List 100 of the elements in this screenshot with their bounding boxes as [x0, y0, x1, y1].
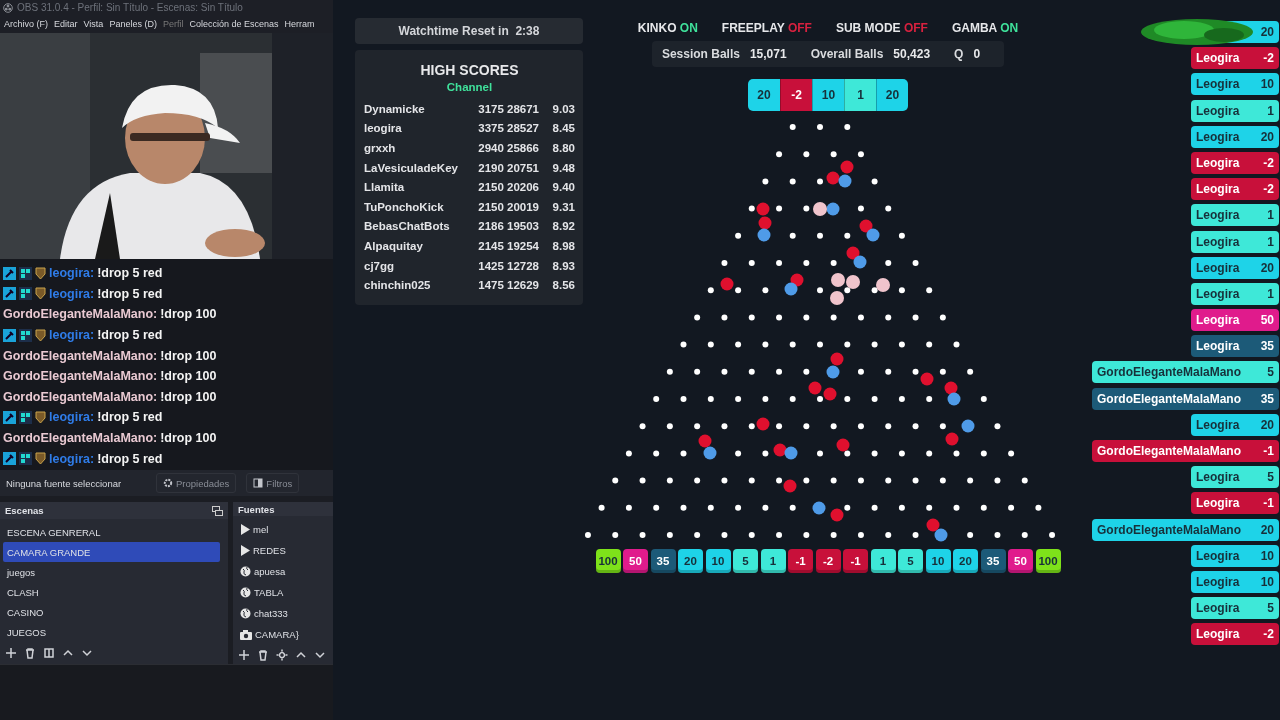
player-name: GordoEleganteMalaMano	[1097, 365, 1242, 380]
multiplier-bin: 50	[1008, 549, 1033, 573]
result-value: -1	[1263, 444, 1274, 458]
result-value: 1	[1267, 103, 1274, 118]
source-item[interactable]: chat333	[236, 603, 325, 625]
scene-item[interactable]: CAMARA GRANDE	[3, 542, 220, 562]
menu-item[interactable]: Archivo (F)	[4, 19, 48, 29]
gear-icon	[163, 478, 173, 488]
moderator-badge-icon	[3, 287, 16, 301]
gamer-badge-icon	[19, 287, 32, 301]
add-icon[interactable]	[238, 648, 250, 661]
down-icon[interactable]	[81, 647, 93, 659]
scene-item[interactable]: CLASH	[3, 582, 220, 602]
menu-item[interactable]: Perfil	[162, 19, 184, 29]
multiplier-bin: 10	[925, 549, 951, 573]
recent-result: -2	[780, 79, 812, 111]
score-cell-text: 1475 12629	[477, 279, 539, 292]
player-name: grxxh	[364, 142, 397, 154]
shield-badge-icon	[35, 287, 46, 301]
player-name: GordoEleganteMalaMano	[1097, 444, 1242, 458]
player-name: Leogira	[1196, 627, 1240, 642]
sources-title: Fuentes	[238, 503, 275, 515]
player-name: chinchin025	[364, 279, 432, 292]
recent-result: 1	[844, 79, 876, 111]
result-value: 5	[1267, 365, 1274, 380]
scenes-title: Escenas	[5, 505, 44, 516]
filters-button[interactable]: Filtros	[246, 473, 300, 493]
multiplier-bin: 20	[953, 549, 978, 573]
source-item[interactable]: REDES	[236, 540, 325, 562]
properties-button[interactable]: Propiedades	[156, 473, 237, 493]
moderator-badge-icon	[3, 266, 16, 280]
add-icon[interactable]	[5, 647, 17, 659]
player-name: Leogira	[1196, 208, 1240, 223]
stat-value: 15,071	[749, 47, 787, 61]
undock-icon[interactable]	[212, 505, 223, 516]
player-name: Alpaquitay	[364, 239, 424, 252]
chat-username: leogira:	[49, 451, 95, 466]
menu-item[interactable]: Paneles (D)	[109, 19, 157, 29]
score-cell-text: 9.40	[551, 181, 575, 194]
player-name: Dynamicke	[364, 102, 426, 115]
globe-icon	[240, 587, 251, 599]
result-value: -2	[1263, 155, 1274, 170]
score-cell-text: 2190 20751	[477, 161, 539, 174]
gamer-badge-icon	[19, 452, 32, 466]
gamer-badge-icon	[19, 410, 32, 424]
score-cell-text: 9.31	[551, 200, 575, 213]
stat-value: 0	[973, 47, 981, 61]
score-cell-text: 1425 12728	[477, 259, 539, 272]
menu-item[interactable]: Vista	[83, 19, 104, 29]
multiplier-bin: 50	[623, 549, 648, 573]
player-name: leogira	[364, 122, 403, 135]
chat-username: leogira:	[49, 328, 95, 343]
source-item[interactable]: TABLA	[236, 582, 325, 604]
obs-logo-icon	[3, 2, 13, 13]
scene-item[interactable]: CASINO	[3, 602, 220, 622]
result-value: 5	[1267, 601, 1274, 616]
player-name: Leogira	[1196, 339, 1240, 354]
multiplier-bin: 100	[595, 549, 621, 573]
score-cell-text: 8.92	[551, 220, 575, 233]
source-item[interactable]: apuesa	[236, 561, 325, 583]
multiplier-bin: 1	[760, 549, 786, 573]
source-item[interactable]: mel	[236, 519, 325, 541]
source-item[interactable]: CAMARA}	[236, 624, 325, 646]
shield-badge-icon	[35, 452, 46, 466]
player-name: Leogira	[1196, 234, 1240, 249]
gamer-badge-icon	[19, 328, 32, 342]
settings-icon[interactable]	[276, 648, 288, 661]
multiplier-bin: 10	[705, 549, 731, 573]
menu-item[interactable]: Colección de Escenas	[189, 19, 279, 29]
chat-message: !drop 5 red	[97, 328, 163, 343]
result-value: -2	[1263, 627, 1274, 642]
scene-item[interactable]: JUEGOS	[3, 622, 220, 642]
result-value: 10	[1260, 548, 1274, 563]
trash-icon[interactable]	[257, 648, 269, 661]
high-scores-title: HIGH SCORES	[420, 62, 519, 78]
multiplier-bin: 100	[1035, 549, 1061, 573]
chat-username: GordoEleganteMalaMano:	[3, 389, 158, 404]
player-name: Leogira	[1196, 155, 1240, 170]
recent-result: 20	[748, 79, 780, 111]
chat-username: GordoEleganteMalaMano:	[3, 431, 158, 446]
score-cell-text: 2940 25866	[477, 142, 539, 154]
watchtime-banner: Watchtime Reset in 2:38	[355, 18, 583, 44]
scene-item[interactable]: ESCENA GENRERAL	[3, 522, 220, 542]
trash-icon[interactable]	[24, 647, 36, 659]
player-name: Leogira	[1196, 129, 1240, 144]
scene-item[interactable]: juegos	[3, 562, 220, 582]
player-name: Leogira	[1196, 77, 1240, 92]
result-value: -1	[1263, 496, 1274, 511]
globe-icon	[240, 566, 251, 578]
player-name: Leogira	[1196, 470, 1240, 485]
chat-message: !drop 5 red	[97, 410, 163, 425]
filter-icon[interactable]	[43, 647, 55, 659]
player-name: Leogira	[1196, 286, 1240, 301]
globe-icon	[240, 608, 251, 620]
shield-badge-icon	[35, 266, 46, 280]
result-value: 5	[1267, 470, 1274, 485]
play-icon	[240, 545, 250, 557]
score-cell-text: 9.48	[551, 161, 575, 174]
menu-item[interactable]: Editar	[54, 19, 78, 29]
menu-item[interactable]: Herram	[284, 19, 315, 29]
